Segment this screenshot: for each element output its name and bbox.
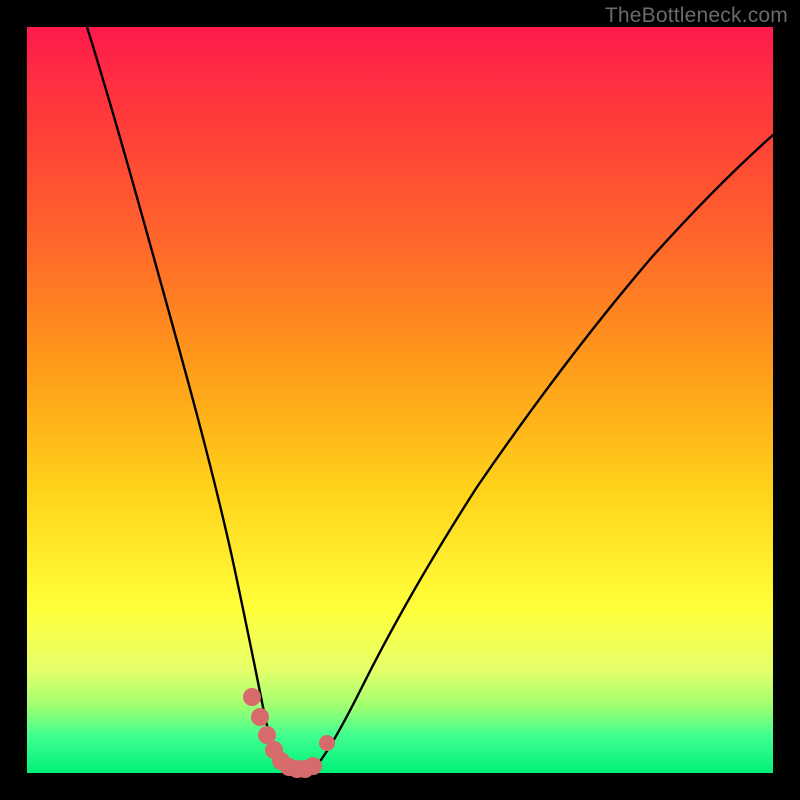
highlight-dots-group xyxy=(243,688,335,778)
chart-frame: TheBottleneck.com xyxy=(0,0,800,800)
curve-svg xyxy=(27,27,773,773)
bottleneck-curve xyxy=(87,27,773,773)
watermark-text: TheBottleneck.com xyxy=(605,4,788,28)
plot-area xyxy=(27,27,773,773)
